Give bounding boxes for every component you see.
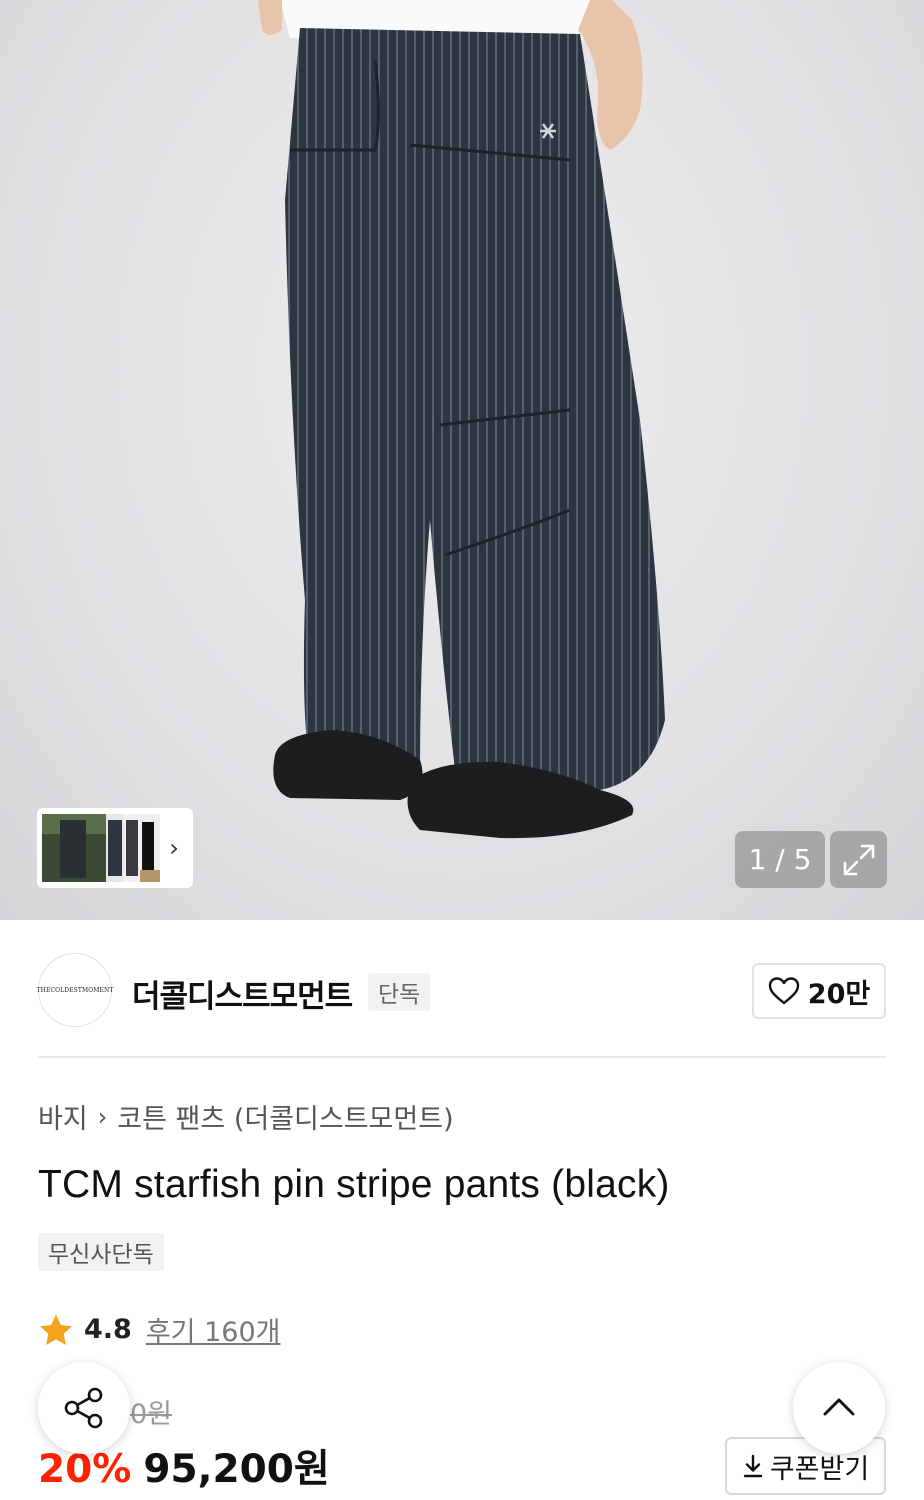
review-count-link[interactable]: 후기 160개 bbox=[146, 1310, 281, 1349]
chevron-up-icon bbox=[823, 1398, 855, 1416]
thumbnail-collage bbox=[42, 814, 160, 882]
brand-exclusive-badge: 단독 bbox=[368, 973, 431, 1011]
image-counter: 1 / 5 bbox=[735, 831, 825, 888]
star-icon bbox=[40, 1314, 72, 1345]
like-button[interactable]: 20만 bbox=[752, 963, 886, 1019]
original-price-text: 0원 bbox=[130, 1399, 173, 1430]
breadcrumb: 바지 › 코튼 팬츠 (더콜디스트모먼트) bbox=[38, 1097, 454, 1136]
expand-icon bbox=[843, 844, 874, 875]
thumbnail-images[interactable] bbox=[42, 814, 160, 882]
rating-value: 4.8 bbox=[84, 1314, 132, 1345]
product-title: TCM starfish pin stripe pants (black) bbox=[38, 1163, 670, 1206]
rating-row: 4.8 후기 160개 bbox=[38, 1310, 280, 1349]
share-button[interactable] bbox=[38, 1362, 130, 1454]
download-icon bbox=[743, 1454, 763, 1478]
thumbnail-strip[interactable]: › bbox=[37, 808, 193, 888]
coupon-label: 쿠폰받기 bbox=[769, 1453, 870, 1485]
brand-logo[interactable]: THECOLDESTMOMENT bbox=[36, 953, 114, 1027]
thumbnail-next-button[interactable]: › bbox=[160, 834, 188, 862]
breadcrumb-item-category[interactable]: 바지 bbox=[38, 1097, 88, 1136]
divider bbox=[38, 1056, 886, 1058]
brand-row: THECOLDESTMOMENT 더콜디스트모먼트 단독 20만 bbox=[36, 953, 886, 1029]
expand-button[interactable] bbox=[830, 831, 887, 888]
like-count: 20만 bbox=[807, 978, 871, 1010]
heart-icon bbox=[768, 977, 799, 1005]
sale-price: 95,200원 bbox=[143, 1447, 330, 1492]
brand-logo-text: THECOLDESTMOMENT bbox=[36, 986, 114, 994]
product-photo bbox=[258, 0, 665, 839]
breadcrumb-separator: › bbox=[97, 1102, 108, 1131]
exclusive-tag: 무신사단독 bbox=[38, 1233, 164, 1271]
breadcrumb-item-subcategory[interactable]: 코튼 팬츠 (더콜디스트모먼트) bbox=[117, 1097, 453, 1136]
brand-name[interactable]: 더콜디스트모먼트 bbox=[132, 971, 353, 1016]
share-icon bbox=[64, 1387, 103, 1429]
product-image[interactable]: › 1 / 5 bbox=[0, 0, 924, 920]
scroll-top-button[interactable] bbox=[793, 1362, 885, 1454]
